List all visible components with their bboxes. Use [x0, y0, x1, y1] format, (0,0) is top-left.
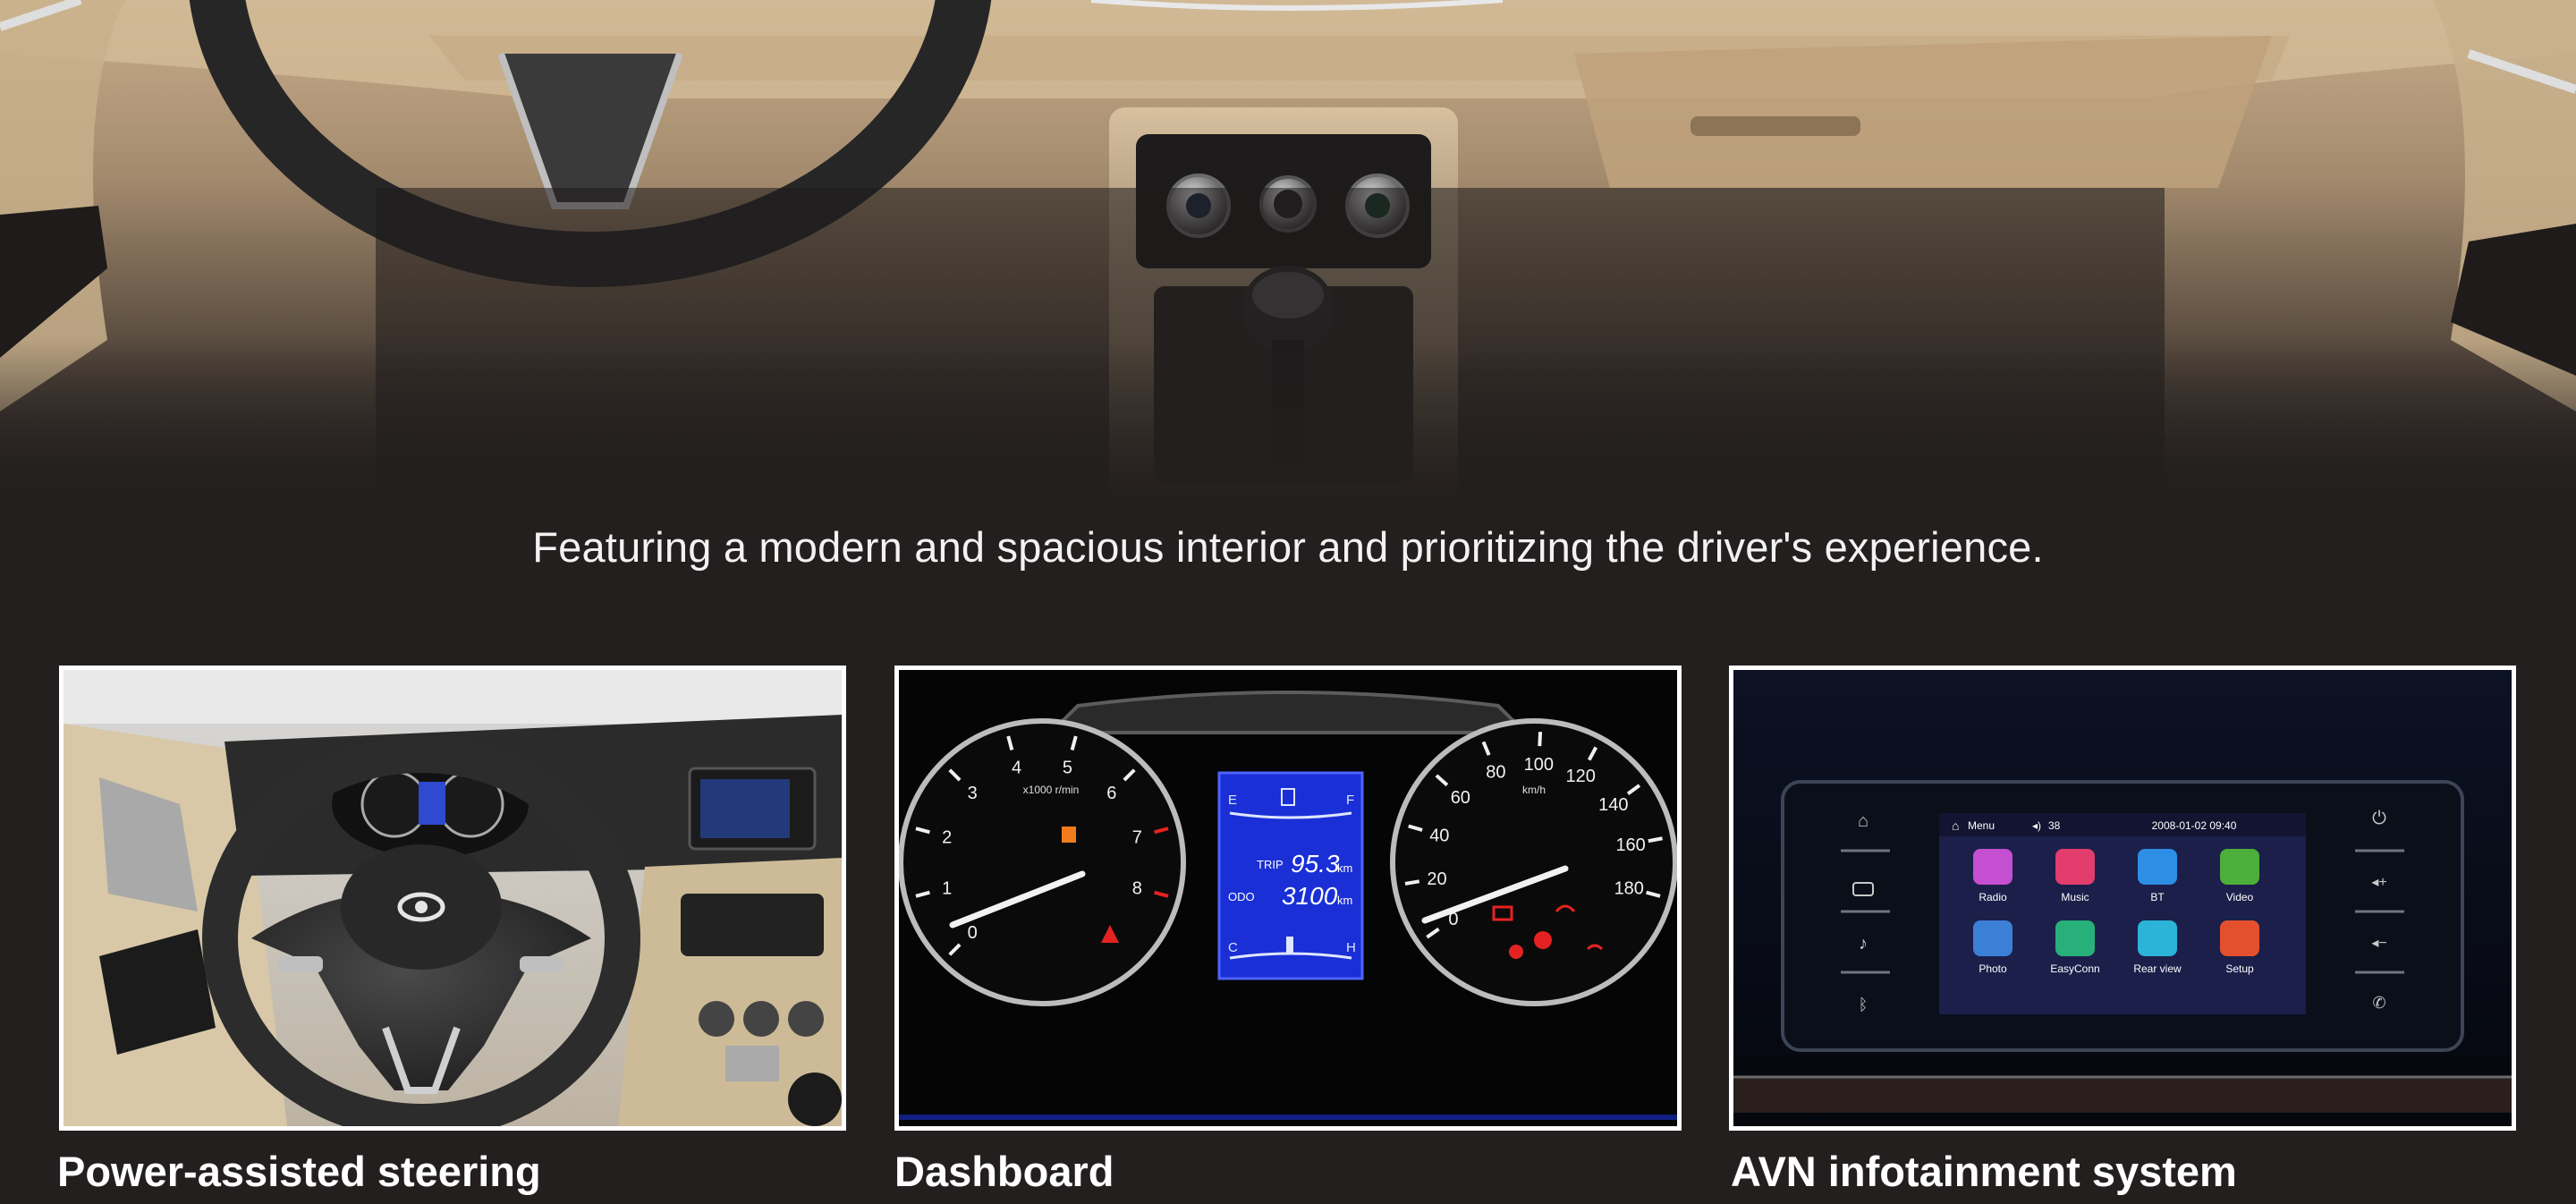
- trip-value: 95.3: [1291, 850, 1340, 878]
- app-tile-rear-view[interactable]: [2138, 920, 2177, 956]
- speedometer-label: 100: [1524, 755, 1554, 775]
- speedometer-label: 40: [1429, 826, 1449, 845]
- tachometer-label: 6: [1106, 784, 1116, 803]
- hero-interior-image: [0, 0, 2576, 501]
- speedometer-tick: [1538, 732, 1543, 747]
- tachometer-label: 1: [942, 878, 952, 898]
- speedometer-label: 160: [1615, 835, 1645, 855]
- speedometer-label: 120: [1566, 767, 1596, 786]
- feature-card-steering[interactable]: [59, 666, 846, 1131]
- interior-illustration: [0, 0, 2576, 501]
- app-label: Music: [2061, 891, 2089, 903]
- volume-up-icon[interactable]: ◂+: [2371, 875, 2386, 890]
- tachometer-label: 7: [1132, 828, 1142, 848]
- section-tagline: Featuring a modern and spacious interior…: [532, 523, 2044, 571]
- app-label: Photo: [1979, 962, 2007, 975]
- speedometer-label: 60: [1451, 788, 1470, 808]
- infotainment-screen: ⌂ Menu ◂) 38 2008-01-02 09:40 Radio Music…: [1939, 813, 2306, 1014]
- dashboard-gauges: 0 1 2 3 4 5 6 7 8 x1000 r/min 0 20 4060 80 100 120140…: [899, 670, 1677, 1126]
- speedometer-label: 180: [1614, 878, 1644, 898]
- odo-unit: km: [1337, 894, 1352, 907]
- speedometer: 020406080 100120140160180 km/h: [1390, 718, 1677, 1006]
- speedometer-unit: km/h: [1522, 784, 1546, 796]
- trip-lcd-display: E F TRIP 95.3 km ODO 3100 km C H: [1217, 771, 1364, 980]
- page: Featuring a modern and spacious interior…: [0, 0, 2576, 1204]
- app-label: Rear view: [2133, 962, 2182, 975]
- speedometer-tick: [1404, 879, 1420, 886]
- tachometer-unit: x1000 r/min: [1023, 784, 1080, 796]
- odo-label: ODO: [1228, 890, 1255, 903]
- app-label: EasyConn: [2050, 962, 2099, 975]
- tachometer-label: 2: [942, 828, 952, 848]
- home-icon[interactable]: ⌂: [1858, 811, 1868, 831]
- app-label: Video: [2226, 891, 2254, 903]
- bluetooth-icon[interactable]: ᛒ: [1859, 996, 1868, 1013]
- app-tile-setup[interactable]: [2220, 920, 2259, 956]
- trip-label: TRIP: [1257, 858, 1284, 871]
- app-tile-photo[interactable]: [1973, 920, 2012, 956]
- feature-title-steering: Power-assisted steering: [57, 1148, 541, 1195]
- fuel-full-label: F: [1346, 793, 1354, 808]
- tachometer-label: 3: [968, 784, 978, 803]
- fuel-empty-label: E: [1228, 793, 1237, 808]
- app-tile-video[interactable]: [2220, 849, 2259, 885]
- screen-datetime: 2008-01-02 09:40: [2152, 819, 2237, 832]
- tachometer-label: 5: [1063, 759, 1072, 778]
- volume-level: 38: [2048, 819, 2061, 832]
- coolant-icon: [1286, 937, 1293, 954]
- trip-unit: km: [1337, 861, 1352, 875]
- feature-title-dashboard: Dashboard: [894, 1148, 1114, 1195]
- app-tile-bt[interactable]: [2138, 849, 2177, 885]
- speedometer-label: 80: [1486, 763, 1505, 783]
- menu-home-icon[interactable]: ⌂: [1952, 818, 1959, 833]
- app-tile-radio[interactable]: [1973, 849, 2012, 885]
- app-tile-easyconn[interactable]: [2055, 920, 2095, 956]
- menu-label: Menu: [1968, 819, 1995, 832]
- speedometer-label: 140: [1598, 795, 1628, 815]
- tachometer-label: 8: [1132, 878, 1142, 898]
- speedometer-label: 20: [1427, 869, 1446, 889]
- phone-icon[interactable]: ✆: [2372, 994, 2385, 1012]
- tachometer-label: 0: [968, 923, 978, 943]
- app-tile-music[interactable]: [2055, 849, 2095, 885]
- music-icon[interactable]: ♪: [1859, 934, 1868, 954]
- app-label: Setup: [2225, 962, 2254, 975]
- feature-card-infotainment[interactable]: ⌂ ♪ ᛒ ⏻ ◂+ ◂− ✆ ⌂ Menu ◂) 38 2008-01-02 …: [1729, 666, 2516, 1131]
- odo-value: 3100: [1282, 882, 1338, 910]
- power-icon[interactable]: ⏻: [2372, 809, 2386, 828]
- temp-hot-label: H: [1346, 940, 1356, 955]
- tachometer: 0 1 2 3 4 5 6 7 8 x1000 r/min: [899, 718, 1186, 1006]
- app-label: Radio: [1979, 891, 2007, 903]
- app-label: BT: [2150, 891, 2165, 903]
- volume-down-icon[interactable]: ◂−: [2371, 936, 2386, 951]
- tachometer-label: 4: [1012, 759, 1021, 778]
- feature-card-dashboard[interactable]: 0 1 2 3 4 5 6 7 8 x1000 r/min 0 20 40 60 80 100 120 140…: [894, 666, 1682, 1131]
- speaker-icon: ◂): [2032, 819, 2041, 832]
- feature-title-infotainment: AVN infotainment system: [1731, 1148, 2237, 1195]
- temp-cold-label: C: [1228, 940, 1238, 955]
- steering-wheel-photo: [64, 670, 842, 1126]
- infotainment-unit: ⌂ ♪ ᛒ ⏻ ◂+ ◂− ✆ ⌂ Menu ◂) 38 2008-01-02 …: [1733, 670, 2512, 1126]
